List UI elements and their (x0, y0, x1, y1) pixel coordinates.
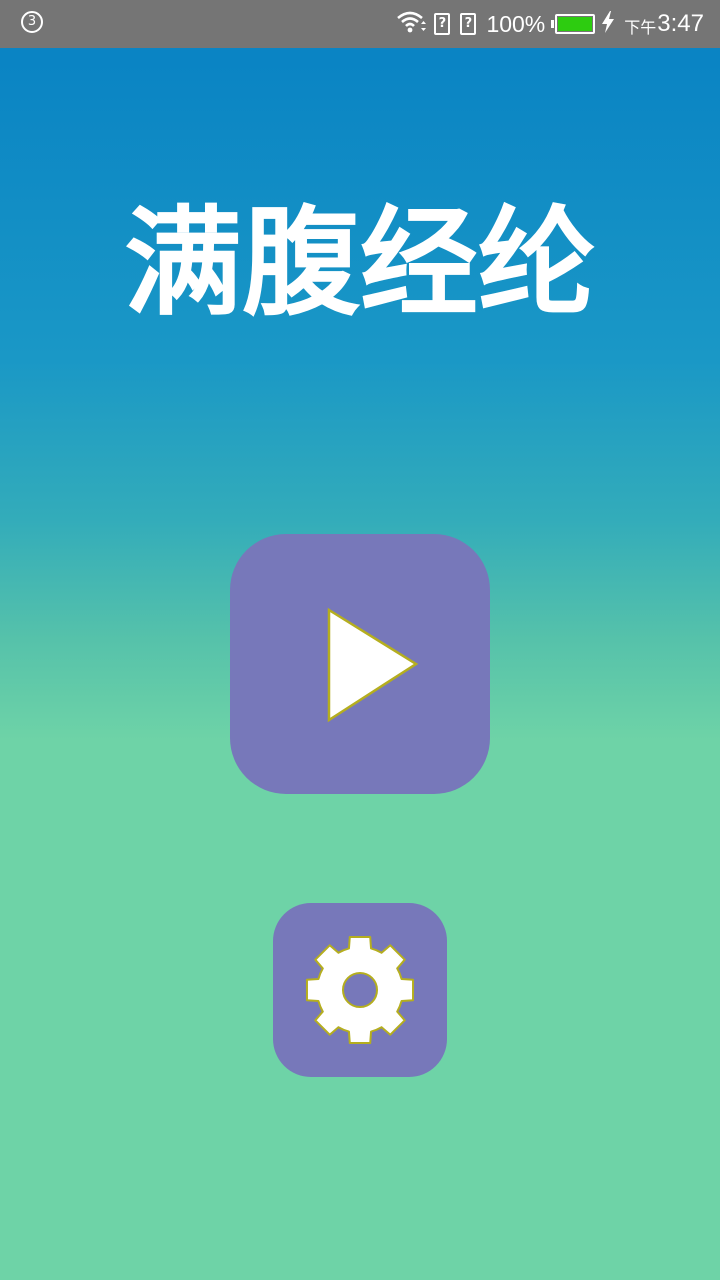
sim-unknown-icon: ? (460, 13, 477, 35)
sim-unknown-icon: ? (434, 13, 451, 35)
gear-icon (305, 935, 415, 1045)
clock-ampm: 下午 (624, 18, 657, 37)
charging-icon (600, 10, 616, 38)
battery-percent: 100% (486, 10, 546, 37)
battery-icon (551, 14, 596, 34)
wifi-icon (396, 10, 427, 38)
play-icon (327, 607, 419, 723)
battery-level-fill (558, 17, 593, 31)
notification-count-badge: 3 (21, 11, 43, 33)
app-screen: 3 ? ? 100% 下午 3:47 满腹经纶 (0, 0, 720, 1280)
gear-shape (305, 935, 415, 1045)
play-button[interactable] (230, 534, 490, 794)
status-bar: 3 ? ? 100% 下午 3:47 (0, 0, 720, 48)
status-icons: ? ? 100% 下午 3:47 (396, 0, 704, 48)
app-title: 满腹经纶 (123, 194, 596, 332)
settings-button[interactable] (273, 903, 447, 1077)
clock-time: 3:47 (657, 10, 704, 37)
